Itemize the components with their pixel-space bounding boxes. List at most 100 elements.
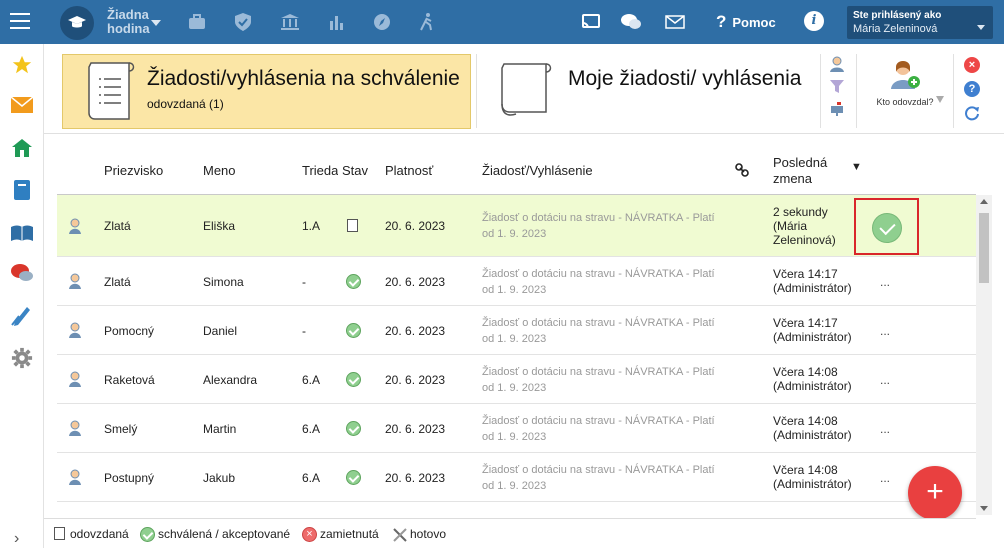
column-request[interactable]: Žiadosť/Vyhlásenie bbox=[482, 163, 593, 178]
mail-icon[interactable] bbox=[664, 11, 686, 33]
approve-button[interactable] bbox=[854, 198, 919, 255]
cell-request[interactable]: Žiadosť o dotáciu na stravu - NÁVRATKA -… bbox=[482, 266, 732, 298]
gear-icon[interactable] bbox=[10, 346, 34, 370]
submitted-status-icon bbox=[347, 219, 358, 232]
graduation-cap-icon[interactable] bbox=[60, 6, 94, 40]
building-icon[interactable] bbox=[279, 11, 301, 33]
column-validity[interactable]: Platnosť bbox=[385, 163, 433, 178]
cell-last-change: Včera 14:17 (Administrátor) bbox=[773, 267, 852, 295]
submitted-legend-icon bbox=[54, 527, 65, 540]
help-link[interactable]: ? Pomoc bbox=[716, 12, 776, 32]
column-last-change[interactable]: Posledná zmena bbox=[773, 155, 827, 187]
column-last-change-line2: zmena bbox=[773, 171, 813, 186]
star-icon[interactable] bbox=[10, 53, 34, 77]
change-line2: (Administrátor) bbox=[773, 379, 852, 393]
cell-request[interactable]: Žiadosť o dotáciu na stravu - NÁVRATKA -… bbox=[482, 364, 732, 396]
messages-icon[interactable] bbox=[10, 262, 34, 286]
open-book-icon[interactable] bbox=[10, 221, 34, 245]
change-line1: Včera 14:08 bbox=[773, 463, 838, 477]
user-icon bbox=[68, 371, 82, 390]
request-line1: Žiadosť o dotáciu na stravu - NÁVRATKA -… bbox=[482, 464, 715, 476]
table-row[interactable]: Zlatá Simona - 20. 6. 2023 Žiadosť o dot… bbox=[57, 257, 976, 306]
cell-request[interactable]: Žiadosť o dotáciu na stravu - NÁVRATKA -… bbox=[482, 210, 732, 242]
user-filter-icon[interactable] bbox=[829, 56, 845, 72]
hamburger-menu-icon[interactable] bbox=[10, 13, 30, 29]
chat-icon[interactable] bbox=[620, 11, 642, 33]
request-line2: od 1. 9. 2023 bbox=[482, 228, 547, 240]
help-icon[interactable]: ? bbox=[964, 81, 980, 97]
scroll-down-arrow[interactable] bbox=[980, 506, 988, 511]
add-request-button[interactable]: + bbox=[908, 466, 962, 520]
close-icon[interactable]: × bbox=[964, 57, 980, 73]
table-row[interactable]: Postupný Jakub 6.A 20. 6. 2023 Žiadosť o… bbox=[57, 453, 976, 502]
divider bbox=[953, 54, 954, 128]
column-name[interactable]: Meno bbox=[203, 163, 236, 178]
change-line2: (Administrátor) bbox=[773, 330, 852, 344]
hiking-icon[interactable] bbox=[416, 11, 438, 33]
more-actions-button[interactable]: ... bbox=[880, 471, 890, 485]
change-line1: Včera 14:17 bbox=[773, 267, 838, 281]
more-actions-button[interactable]: ... bbox=[880, 324, 890, 338]
who-submitted-filter[interactable]: Kto odovzdal? bbox=[870, 58, 944, 107]
change-line1: Včera 14:08 bbox=[773, 365, 838, 379]
book-icon[interactable] bbox=[10, 178, 34, 202]
cell-request[interactable]: Žiadosť o dotáciu na stravu - NÁVRATKA -… bbox=[482, 413, 732, 445]
lesson-hour-selector[interactable]: Žiadna hodina bbox=[107, 8, 150, 36]
top-bar: Žiadna hodina ? Pomoc i Ste prihlásený ak… bbox=[0, 0, 1004, 44]
tab-requests-for-approval[interactable]: Žiadosti/vyhlásenia na schválenie odovzd… bbox=[62, 54, 471, 129]
expand-chevron-icon[interactable]: › bbox=[14, 530, 19, 548]
home-icon[interactable] bbox=[10, 136, 34, 160]
shield-icon[interactable] bbox=[232, 11, 254, 33]
column-surname[interactable]: Priezvisko bbox=[104, 163, 163, 178]
table-row[interactable]: Zlatá Eliška 1.A 20. 6. 2023 Žiadosť o d… bbox=[57, 195, 976, 257]
compass-icon[interactable] bbox=[371, 11, 393, 33]
bar-chart-icon[interactable] bbox=[326, 11, 348, 33]
info-icon[interactable]: i bbox=[804, 11, 824, 31]
cell-name: Alexandra bbox=[203, 373, 258, 387]
cell-request[interactable]: Žiadosť o dotáciu na stravu - NÁVRATKA -… bbox=[482, 315, 732, 347]
chevron-down-icon bbox=[977, 25, 985, 30]
table-row[interactable]: Smelý Martin 6.A 20. 6. 2023 Žiadosť o d… bbox=[57, 404, 976, 453]
user-icon bbox=[68, 273, 82, 292]
change-line2: (Mária bbox=[773, 219, 808, 233]
cell-class: 6.A bbox=[302, 471, 321, 485]
cast-icon[interactable] bbox=[580, 11, 602, 33]
cell-request[interactable]: Žiadosť o dotáciu na stravu - NÁVRATKA -… bbox=[482, 462, 732, 494]
change-line1: Včera 14:08 bbox=[773, 414, 838, 428]
request-line2: od 1. 9. 2023 bbox=[482, 382, 547, 394]
refresh-icon[interactable] bbox=[964, 105, 980, 121]
cell-name: Jakub bbox=[203, 471, 236, 485]
funnel-icon[interactable] bbox=[829, 78, 845, 94]
vertical-scrollbar[interactable] bbox=[976, 195, 992, 515]
cell-name: Simona bbox=[203, 275, 244, 289]
column-status[interactable]: Stav bbox=[342, 163, 368, 178]
mailbox-icon[interactable] bbox=[829, 100, 845, 116]
requests-table: Priezvisko Meno Trieda Stav Platnosť Žia… bbox=[57, 143, 976, 502]
legend-approved: schválená / akceptované bbox=[158, 527, 291, 541]
cell-last-change: Včera 14:08 (Administrátor) bbox=[773, 463, 852, 491]
chevron-down-icon[interactable] bbox=[151, 20, 161, 26]
pen-icon[interactable] bbox=[10, 303, 34, 327]
table-row[interactable]: Pomocný Daniel - 20. 6. 2023 Žiadosť o d… bbox=[57, 306, 976, 355]
more-actions-button[interactable]: ... bbox=[880, 275, 890, 289]
cell-last-change: Včera 14:17 (Administrátor) bbox=[773, 316, 852, 344]
check-icon bbox=[872, 213, 902, 243]
approved-status-icon bbox=[346, 372, 361, 387]
request-line1: Žiadosť o dotáciu na stravu - NÁVRATKA -… bbox=[482, 268, 715, 280]
sort-desc-icon[interactable]: ▼ bbox=[851, 161, 862, 173]
school-bag-icon[interactable] bbox=[186, 11, 208, 33]
left-navigation: › bbox=[0, 44, 44, 548]
user-icon bbox=[68, 322, 82, 341]
more-actions-button[interactable]: ... bbox=[880, 422, 890, 436]
scroll-up-arrow[interactable] bbox=[980, 199, 988, 204]
user-dropdown[interactable]: Ste prihlásený ako Mária Zeleninová bbox=[847, 6, 993, 39]
column-class[interactable]: Trieda bbox=[302, 163, 338, 178]
more-actions-button[interactable]: ... bbox=[880, 373, 890, 387]
link-icon[interactable] bbox=[735, 163, 749, 180]
envelope-icon[interactable] bbox=[10, 93, 34, 117]
table-row[interactable]: Raketová Alexandra 6.A 20. 6. 2023 Žiado… bbox=[57, 355, 976, 404]
scroll-thumb[interactable] bbox=[979, 213, 989, 283]
request-line2: od 1. 9. 2023 bbox=[482, 333, 547, 345]
help-label: Pomoc bbox=[732, 15, 776, 30]
request-line2: od 1. 9. 2023 bbox=[482, 284, 547, 296]
